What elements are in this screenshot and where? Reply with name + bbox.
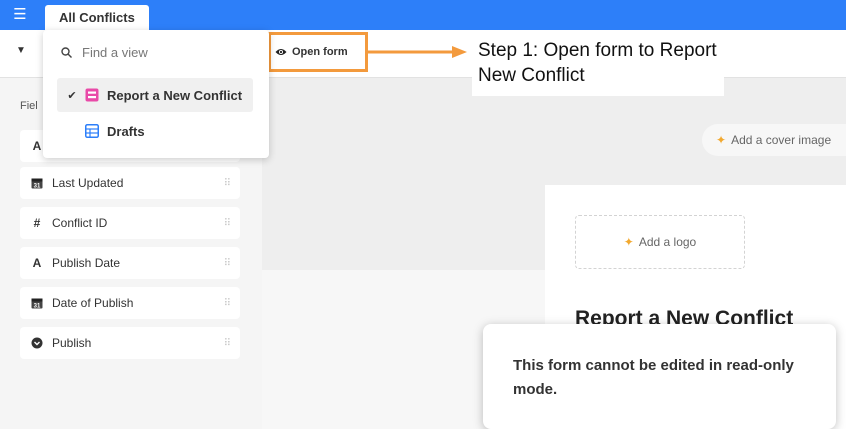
calendar-icon: 31 — [30, 296, 44, 310]
field-item-date-of-publish[interactable]: 31 Date of Publish ⠿ — [20, 287, 240, 319]
find-view-search — [53, 38, 259, 66]
search-icon — [61, 46, 72, 58]
field-label: Publish — [52, 336, 92, 350]
single-select-icon — [30, 336, 44, 350]
field-item-last-updated[interactable]: 31 Last Updated ⠿ — [20, 167, 240, 199]
step-annotation: Step 1: Open form to Report New Conflict — [472, 36, 724, 96]
tab-all-conflicts[interactable]: All Conflicts — [45, 5, 149, 30]
hamburger-icon[interactable]: ☰ — [10, 5, 30, 25]
field-item-conflict-id[interactable]: # Conflict ID ⠿ — [20, 207, 240, 239]
calendar-icon: 31 — [30, 176, 44, 190]
eye-icon — [275, 49, 287, 55]
number-field-icon: # — [33, 216, 41, 230]
add-logo-label: Add a logo — [638, 235, 697, 249]
svg-text:31: 31 — [34, 184, 41, 190]
field-item-publish[interactable]: Publish ⠿ — [20, 327, 240, 359]
readonly-message-dialog: This form cannot be edited in read-only … — [483, 324, 836, 429]
grid-view-icon — [85, 124, 99, 138]
view-item-report-a-new-conflict[interactable]: ✔ Report a New Conflict — [57, 78, 253, 112]
drag-handle-icon[interactable]: ⠿ — [224, 178, 231, 189]
field-label: Conflict ID — [52, 216, 108, 230]
field-label: Last Updated — [52, 176, 124, 190]
readonly-message: This form cannot be edited in read-only … — [513, 357, 794, 398]
top-bar: ☰ All Conflicts — [0, 0, 846, 30]
add-logo-button[interactable]: ✦ Add a logo — [575, 215, 745, 269]
checkmark-icon: ✔ — [67, 89, 77, 102]
add-cover-image-label: Add a cover image — [731, 133, 832, 147]
caret-down-icon[interactable]: ▼ — [16, 45, 26, 56]
open-form-button[interactable]: Open form — [268, 32, 368, 72]
field-label: Date of Publish — [52, 296, 134, 310]
open-form-label: Open form — [292, 46, 348, 58]
fields-heading: Fiel — [20, 100, 38, 112]
drag-handle-icon[interactable]: ⠿ — [224, 258, 231, 269]
text-field-icon: A — [32, 256, 42, 270]
form-view-icon — [85, 88, 99, 102]
svg-text:31: 31 — [34, 304, 41, 310]
find-view-input[interactable] — [80, 43, 244, 61]
field-label: Publish Date — [52, 256, 121, 270]
text-field-icon: A — [32, 139, 42, 153]
view-item-label: Drafts — [107, 123, 145, 139]
view-item-label: Report a New Conflict — [107, 87, 243, 103]
drag-handle-icon[interactable]: ⠿ — [224, 298, 231, 309]
drag-handle-icon[interactable]: ⠿ — [224, 338, 231, 349]
view-switcher-dropdown: ✔ Report a New Conflict Drafts — [43, 30, 269, 158]
view-item-drafts[interactable]: Drafts — [57, 114, 253, 148]
drag-handle-icon[interactable]: ⠿ — [224, 218, 231, 229]
annotation-arrow-icon — [368, 46, 467, 58]
field-item-publish-date[interactable]: A Publish Date ⠿ — [20, 247, 240, 279]
add-cover-image-button[interactable]: ✦ Add a cover image — [702, 124, 846, 156]
sparkle-icon: ✦ — [716, 133, 727, 147]
sparkle-icon: ✦ — [623, 235, 634, 249]
